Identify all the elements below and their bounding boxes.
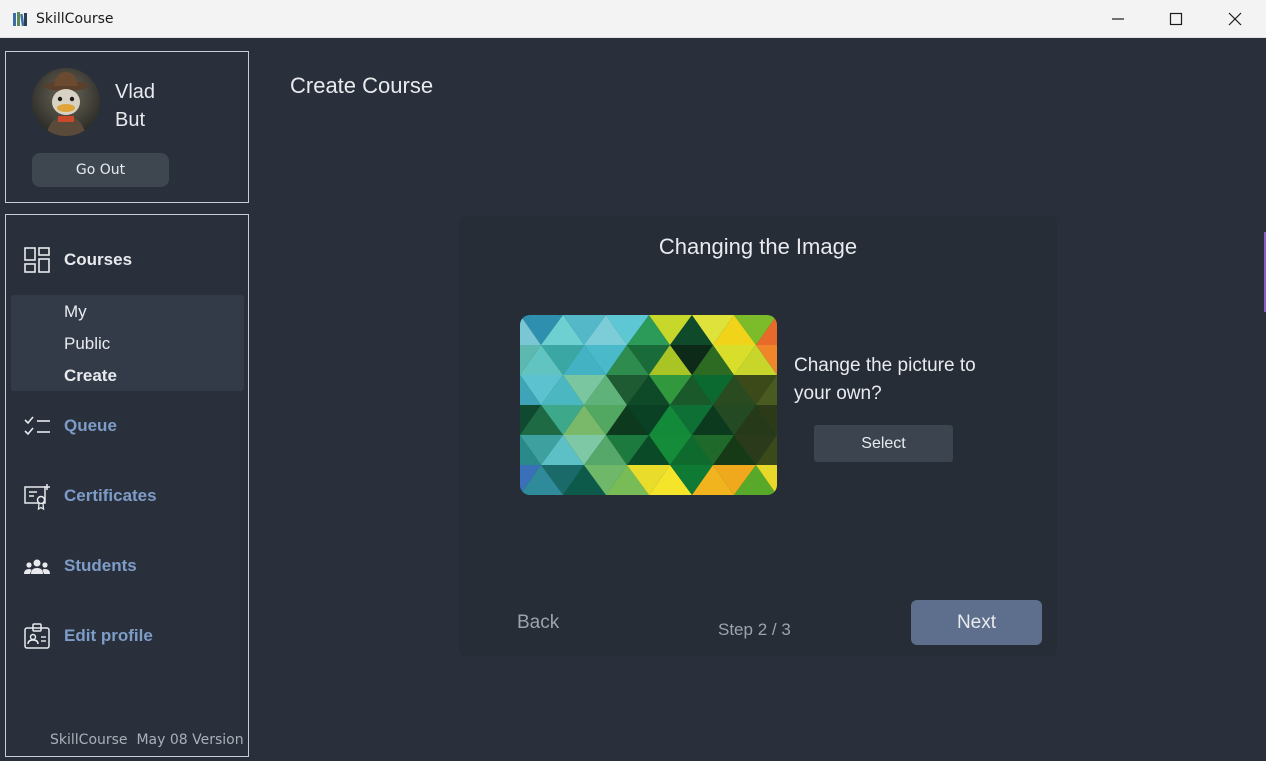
back-button[interactable]: Back (517, 612, 559, 634)
create-course-wizard: Changing the Image Change the picture to… (459, 216, 1057, 656)
title-bar: SkillCourse (0, 0, 1266, 38)
step-indicator: Step 2 / 3 (718, 620, 791, 639)
sidebar-subitem-public[interactable]: Public (64, 334, 110, 354)
close-button[interactable] (1206, 0, 1264, 38)
group-icon (24, 559, 50, 574)
sidebar-item-label: Queue (64, 416, 117, 435)
sidebar-item-queue[interactable]: Queue (6, 406, 248, 446)
checklist-icon (24, 416, 50, 436)
profile-panel: Vlad But Go Out (5, 51, 249, 203)
books-icon (13, 12, 27, 27)
page-title: Create Course (290, 73, 434, 98)
sidebar-item-label: Edit profile (64, 626, 153, 645)
sidebar-item-label: Students (64, 556, 137, 575)
footer-app-name: SkillCourse (50, 732, 128, 748)
sidebar-item-students[interactable]: Students (6, 546, 248, 586)
go-out-button[interactable]: Go Out (32, 153, 169, 187)
select-image-button[interactable]: Select (814, 425, 953, 462)
footer-version: May 08 Version (136, 732, 244, 748)
course-image-preview (520, 315, 777, 495)
close-icon (1228, 12, 1242, 26)
next-button[interactable]: Next (911, 600, 1042, 645)
avatar[interactable] (32, 68, 100, 136)
sidebar-subitem-create[interactable]: Create (64, 366, 117, 386)
window-title: SkillCourse (36, 11, 114, 27)
certificate-icon (24, 484, 50, 511)
courses-submenu: My Public Create (11, 295, 244, 391)
id-badge-icon (24, 623, 50, 649)
minimize-button[interactable] (1089, 0, 1147, 38)
minimize-icon (1112, 18, 1124, 20)
maximize-button[interactable] (1147, 0, 1205, 38)
maximize-icon (1169, 12, 1183, 26)
wizard-step-title: Changing the Image (658, 234, 858, 259)
user-first-name: Vlad (115, 81, 156, 103)
triangle-mosaic-image (520, 315, 777, 495)
sidebar-item-edit-profile[interactable]: Edit profile (6, 616, 248, 656)
change-picture-prompt: Change the picture to your own? (794, 355, 976, 404)
sidebar-nav: Courses My Public Create Queue Certifica… (5, 214, 249, 757)
sidebar-item-label: Courses (64, 250, 133, 269)
version-footer: SkillCourse May 08 Version (50, 732, 244, 748)
sidebar-subitem-my[interactable]: My (64, 302, 87, 322)
sidebar-item-courses[interactable]: Courses (6, 240, 248, 280)
duck-avatar-image (32, 68, 100, 136)
grid-icon (24, 247, 50, 273)
sidebar-item-label: Certificates (64, 486, 157, 505)
sidebar-item-certificates[interactable]: Certificates (6, 476, 248, 516)
user-last-name: But (115, 109, 146, 131)
